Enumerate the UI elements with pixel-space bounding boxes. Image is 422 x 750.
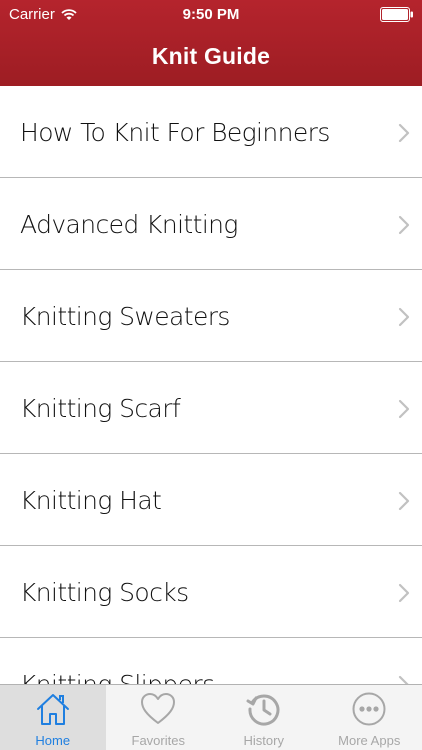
list-item[interactable]: Knitting Socks <box>0 546 422 638</box>
tab-home-label: Home <box>35 733 71 748</box>
list-item-label: Knitting Sweaters <box>20 302 230 331</box>
header-bar: Carrier 9:50 PM Knit Guide <box>0 0 422 86</box>
chevron-right-icon <box>398 675 409 684</box>
tab-history[interactable]: History <box>211 685 317 750</box>
list-item[interactable]: Knitting Slippers <box>0 638 422 684</box>
list-item-label: Knitting Hat <box>20 486 162 515</box>
status-bar: Carrier 9:50 PM <box>0 0 422 32</box>
list-item-label: Advanced Knitting <box>20 210 238 239</box>
list-item[interactable]: How To Knit For Beginners <box>0 86 422 178</box>
chevron-right-icon <box>398 491 410 511</box>
topic-list: How To Knit For Beginners Advanced Knitt… <box>0 86 422 684</box>
chevron-right-icon <box>398 583 410 603</box>
home-icon <box>36 694 69 725</box>
chevron-right-icon <box>398 399 410 419</box>
list-item-label: How To Knit For Beginners <box>20 118 330 147</box>
page-title: Knit Guide <box>151 43 271 69</box>
tab-favorites-label: Favorites <box>131 733 185 748</box>
history-icon <box>246 694 280 726</box>
status-time: 9:50 PM <box>182 6 240 23</box>
tab-home[interactable]: Home <box>0 685 106 750</box>
chevron-right-icon <box>398 215 410 235</box>
tab-bar: Home Favorites History More Apps <box>0 684 422 750</box>
tab-history-label: History <box>243 733 284 748</box>
tab-more-apps[interactable]: More Apps <box>317 685 422 750</box>
list-item[interactable]: Knitting Hat <box>0 454 422 546</box>
tab-favorites[interactable]: Favorites <box>106 685 212 750</box>
list-item[interactable]: Advanced Knitting <box>0 178 422 270</box>
list-item-label: Knitting Slippers <box>20 670 215 684</box>
battery-icon <box>380 7 413 22</box>
tab-more-apps-label: More Apps <box>338 733 401 748</box>
list-item[interactable]: Knitting Sweaters <box>0 270 422 362</box>
chevron-right-icon <box>398 123 410 143</box>
chevron-right-icon <box>398 307 410 327</box>
list-item-label: Knitting Scarf <box>20 394 181 423</box>
list-item-label: Knitting Socks <box>20 578 189 607</box>
more-icon <box>352 692 386 726</box>
heart-icon <box>141 693 176 724</box>
list-item[interactable]: Knitting Scarf <box>0 362 422 454</box>
